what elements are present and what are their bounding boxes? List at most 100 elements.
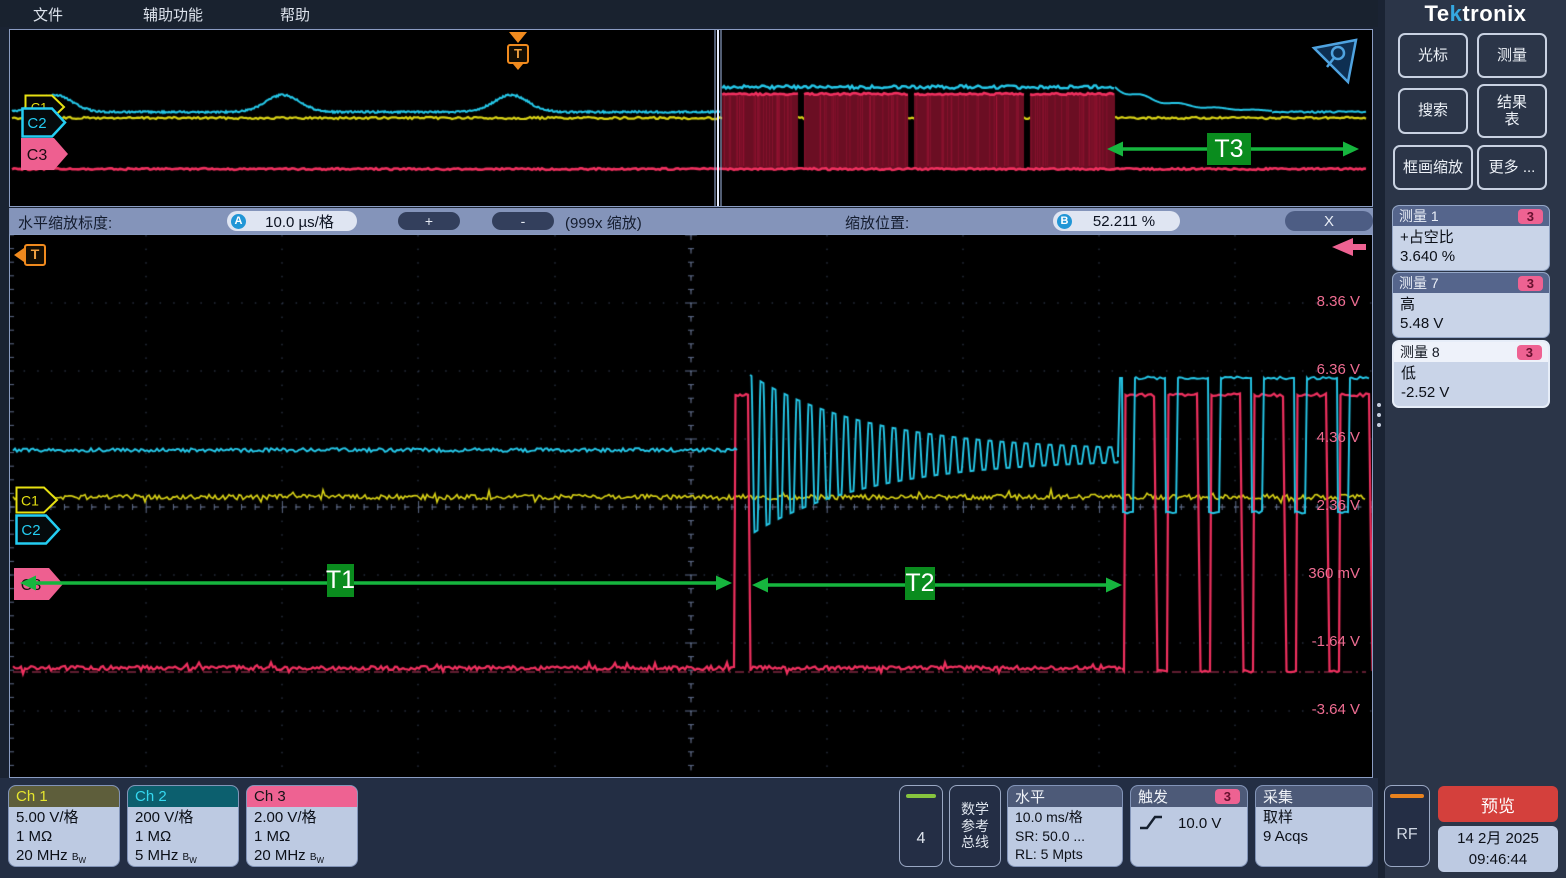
zoom-factor-text: (999x 缩放)	[565, 212, 642, 233]
overview-canvas[interactable]	[10, 30, 1372, 206]
volt-label-5: -1.64 V	[1290, 633, 1360, 653]
more-button[interactable]: 更多 ...	[1477, 145, 1547, 190]
volt-label-2: 4.36 V	[1290, 429, 1360, 449]
c2-badge-overview[interactable]: C2	[21, 107, 67, 138]
menu-item-file[interactable]: 文件	[33, 4, 63, 25]
measure-button[interactable]: 测量	[1477, 33, 1547, 78]
menu-item-utility[interactable]: 辅助功能	[143, 4, 203, 25]
ch3-header: Ch 3	[247, 786, 357, 807]
t3-label: T3	[1207, 133, 1251, 165]
c1-badge[interactable]: C1	[15, 486, 59, 514]
volt-label-4: 360 mV	[1290, 565, 1360, 585]
trigger-flag-box: T	[507, 44, 529, 64]
volt-label-0: 8.36 V	[1290, 293, 1360, 313]
trigger-marker-arrow-icon	[14, 248, 24, 262]
zoom-flag-icon[interactable]	[1310, 36, 1360, 86]
ch3-scale: 2.00 V/格	[254, 808, 350, 827]
measurement-source-chip: 3	[1517, 345, 1542, 360]
svg-text:C3: C3	[27, 147, 48, 164]
acquisition-header: 采集	[1256, 786, 1372, 807]
trigger-level-arrow[interactable]	[1332, 238, 1366, 256]
results-table-label: 结果表	[1492, 94, 1532, 129]
search-button[interactable]: 搜索	[1398, 88, 1468, 134]
b-knob-icon: B	[1057, 214, 1072, 229]
trigger-position-marker[interactable]: T	[14, 244, 46, 266]
volt-label-1: 6.36 V	[1290, 361, 1360, 381]
a-knob-icon: A	[231, 214, 246, 229]
measurement-badge-8[interactable]: 测量 8 3 低 -2.52 V	[1392, 340, 1550, 408]
zoom-scale-value: 10.0 µs/格	[246, 211, 353, 232]
panel-drag-handle[interactable]	[1377, 397, 1381, 433]
t1-arrow	[20, 574, 732, 592]
trigger-title: 触发	[1138, 786, 1168, 807]
c3-badge-overview[interactable]: C3	[20, 137, 70, 171]
measurement-name: +占空比	[1400, 228, 1542, 247]
trigger-header: 触发 3	[1131, 786, 1247, 807]
trigger-marker-box: T	[24, 244, 46, 266]
measurement-badge-7[interactable]: 测量 7 3 高 5.48 V	[1392, 272, 1550, 338]
t2-label: T2	[905, 567, 935, 600]
zoom-position-value: 52.211 %	[1072, 213, 1176, 230]
main-waveform-canvas[interactable]	[10, 235, 1372, 777]
ch1-bandwidth: 20 MHz BW	[16, 846, 112, 867]
bus-label: 总线	[961, 834, 989, 851]
ch2-header: Ch 2	[128, 786, 238, 807]
measurement-name: 高	[1400, 295, 1542, 314]
preview-button[interactable]: 预览	[1438, 786, 1558, 822]
trigger-badge[interactable]: 触发 3 10.0 V	[1130, 785, 1248, 867]
trigger-source-chip: 3	[1215, 789, 1240, 804]
ch1-badge[interactable]: Ch 1 5.00 V/格 1 MΩ 20 MHz BW	[8, 785, 120, 867]
overview-waveform-panel: C1 C2 C3 T T3	[9, 29, 1373, 207]
horizontal-record-length: RL: 5 Mpts	[1015, 845, 1115, 864]
trigger-level: 10.0 V	[1178, 815, 1221, 832]
measurement-name: 低	[1401, 364, 1541, 383]
horizontal-sample-rate: SR: 50.0 ...	[1015, 827, 1115, 846]
zoom-scale-label: 水平缩放标度:	[18, 212, 112, 233]
horizontal-badge[interactable]: 水平 10.0 ms/格 SR: 50.0 ... RL: 5 Mpts	[1007, 785, 1123, 867]
measurement-title: 测量 8	[1400, 342, 1440, 362]
ch1-impedance: 1 MΩ	[16, 827, 112, 846]
zoom-out-button[interactable]: -	[492, 212, 554, 230]
zoom-window-indicator[interactable]	[717, 30, 719, 206]
tektronix-logo: Tektronix	[1385, 1, 1566, 27]
ch3-impedance: 1 MΩ	[254, 827, 350, 846]
ch4-color-line	[906, 794, 936, 798]
volt-label-6: -3.64 V	[1290, 701, 1360, 721]
menu-bar: 文件 辅助功能 帮助	[0, 0, 1378, 27]
ch1-scale: 5.00 V/格	[16, 808, 112, 827]
ch4-label: 4	[900, 830, 942, 848]
math-ref-bus-button[interactable]: 数学 参考 总线	[949, 785, 1001, 867]
volt-label-3: 2.36 V	[1290, 497, 1360, 517]
ch2-badge[interactable]: Ch 2 200 V/格 1 MΩ 5 MHz BW	[127, 785, 239, 867]
t1-label: T1	[327, 564, 354, 597]
cursor-button[interactable]: 光标	[1398, 33, 1468, 78]
zoom-close-button[interactable]: X	[1285, 211, 1373, 231]
measurement-badge-1[interactable]: 测量 1 3 +占空比 3.640 %	[1392, 205, 1550, 271]
rf-label: RF	[1385, 826, 1429, 844]
time-text: 09:46:44	[1438, 849, 1558, 870]
menu-item-help[interactable]: 帮助	[280, 4, 310, 25]
zoom-in-button[interactable]: +	[398, 212, 460, 230]
ch4-badge[interactable]: 4	[899, 785, 943, 867]
acquisition-badge[interactable]: 采集 取样 9 Acqs	[1255, 785, 1373, 867]
trigger-position-flag[interactable]: T	[507, 32, 529, 70]
horizontal-header: 水平	[1008, 786, 1122, 807]
trigger-level-arrow-icon	[1332, 238, 1353, 256]
rf-badge[interactable]: RF	[1384, 785, 1430, 867]
results-table-button[interactable]: 结果表	[1477, 84, 1547, 138]
svg-text:C2: C2	[21, 522, 40, 539]
horizontal-scale: 10.0 ms/格	[1015, 808, 1115, 827]
trigger-flag-pointer	[509, 32, 527, 43]
svg-text:C2: C2	[27, 115, 46, 132]
measurement-title: 测量 1	[1399, 206, 1439, 226]
c2-badge[interactable]: C2	[15, 514, 61, 545]
datetime-display: 14 2月 2025 09:46:44	[1438, 826, 1558, 872]
ch2-impedance: 1 MΩ	[135, 827, 231, 846]
svg-text:C1: C1	[21, 493, 39, 509]
ch3-badge[interactable]: Ch 3 2.00 V/格 1 MΩ 20 MHz BW	[246, 785, 358, 867]
zoom-scale-knob[interactable]: A 10.0 µs/格	[227, 211, 357, 231]
trigger-flag-tip	[513, 64, 523, 70]
box-zoom-button[interactable]: 框画缩放	[1393, 145, 1473, 190]
zoom-position-knob[interactable]: B 52.211 %	[1053, 211, 1180, 231]
measurement-value: -2.52 V	[1401, 383, 1541, 402]
